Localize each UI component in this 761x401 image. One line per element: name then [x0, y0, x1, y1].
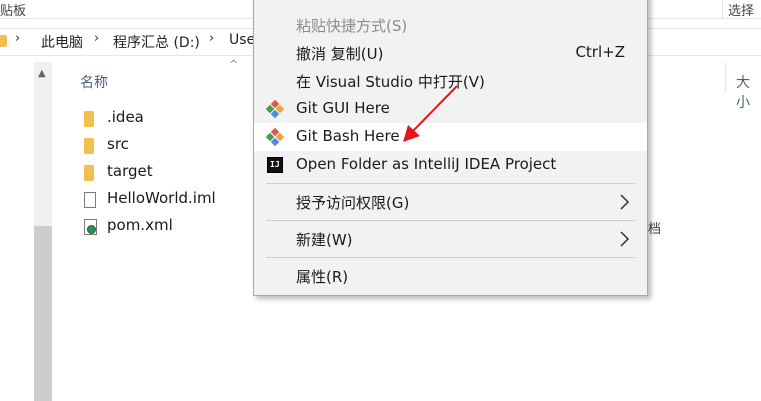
menu-separator [266, 220, 635, 221]
chevron-right-icon[interactable]: › [209, 31, 214, 46]
file-name: pom.xml [107, 216, 173, 234]
scrollbar-thumb[interactable] [34, 226, 52, 401]
menu-item-label: 撤消 复制(U) [296, 45, 384, 63]
menu-item-properties[interactable]: 属性(R) [254, 262, 647, 290]
menu-item-label: Git GUI Here [296, 99, 390, 117]
file-name: .idea [107, 108, 144, 126]
file-name: target [107, 162, 153, 180]
git-gui-icon [265, 99, 285, 119]
menu-item-git-gui-here[interactable]: Git GUI Here [254, 95, 647, 123]
menu-item-label: 新建(W) [296, 231, 353, 249]
git-bash-icon [265, 127, 285, 147]
column-header-size[interactable]: 大小 [736, 72, 761, 112]
chevron-right-icon[interactable]: › [94, 31, 99, 46]
menu-item-label: Open Folder as IntelliJ IDEA Project [296, 155, 557, 173]
menu-separator [266, 183, 635, 184]
menu-item-give-access[interactable]: 授予访问权限(G) [254, 188, 647, 216]
menu-item-label: 粘贴快捷方式(S) [296, 17, 408, 35]
menu-item-label: 属性(R) [296, 268, 349, 286]
menu-item-new[interactable]: 新建(W) [254, 225, 647, 253]
menu-separator [266, 257, 635, 258]
menu-item-label: 授予访问权限(G) [296, 194, 410, 212]
document-icon [84, 192, 96, 208]
file-name: HelloWorld.iml [107, 189, 216, 207]
ribbon-clipboard-label[interactable]: 贴板 [0, 0, 26, 19]
menu-item-open-in-visual-studio[interactable]: 在 Visual Studio 中打开(V) [254, 67, 647, 95]
scroll-up-icon[interactable]: ▲ [38, 68, 46, 79]
chevron-right-icon[interactable]: › [15, 31, 20, 46]
menu-item-shortcut: Ctrl+Z [575, 43, 625, 61]
vertical-scrollbar[interactable]: ▲ [34, 62, 52, 401]
xml-file-icon [84, 219, 97, 235]
column-header-name[interactable]: 名称 [80, 72, 108, 92]
menu-item-undo-copy[interactable]: 撤消 复制(U) Ctrl+Z [254, 39, 647, 67]
chevron-right-icon [620, 231, 630, 247]
intellij-idea-icon: IJ [265, 155, 283, 173]
folder-icon [84, 138, 94, 154]
breadcrumb-this-pc[interactable]: 此电脑 [41, 32, 83, 52]
sort-ascending-icon: ^ [229, 58, 239, 71]
folder-icon [0, 35, 7, 47]
menu-item-paste-shortcut[interactable]: 粘贴快捷方式(S) [254, 11, 647, 39]
file-type-text: 档 [648, 222, 662, 237]
breadcrumb-drive-d[interactable]: 程序汇总 (D:) [113, 32, 200, 52]
menu-item-label: 在 Visual Studio 中打开(V) [296, 73, 485, 91]
folder-icon [84, 111, 94, 127]
context-menu: 粘贴快捷方式(S) 撤消 复制(U) Ctrl+Z 在 Visual Studi… [253, 0, 648, 296]
menu-item-label: Git Bash Here [296, 127, 400, 145]
chevron-right-icon [620, 194, 630, 210]
column-divider[interactable] [725, 62, 726, 92]
file-name: src [107, 135, 129, 153]
menu-item-git-bash-here[interactable]: Git Bash Here [254, 123, 647, 151]
ribbon-divider [722, 0, 723, 18]
breadcrumb-users[interactable]: Use [229, 32, 255, 48]
menu-item-open-as-intellij-project[interactable]: IJ Open Folder as IntelliJ IDEA Project [254, 151, 647, 179]
folder-icon [84, 165, 94, 181]
ribbon-select-label[interactable]: 选择 [728, 0, 754, 19]
